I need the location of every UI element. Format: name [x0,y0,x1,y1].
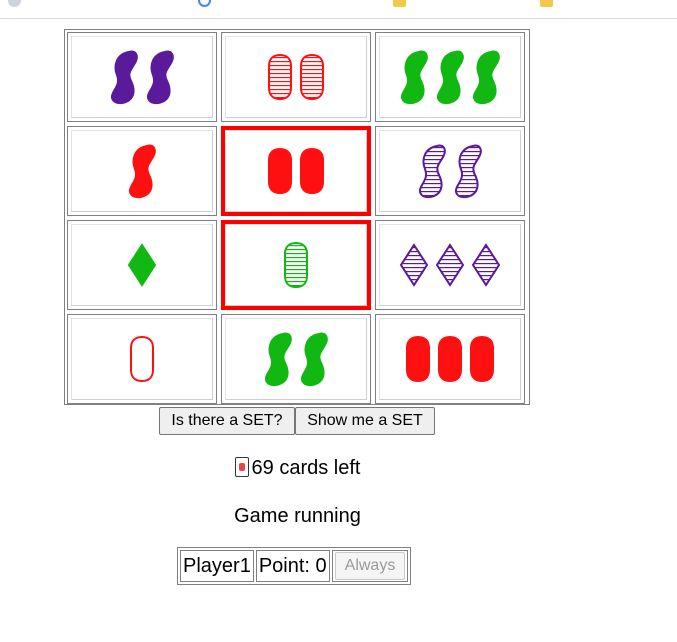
oval-symbol [300,147,324,195]
oval-symbol [300,53,324,101]
oval-symbol [268,53,292,101]
oval-symbol [470,335,494,383]
scoreboard: Player1 Point: 0 Always [177,547,412,585]
bookmark-item[interactable] [540,0,561,9]
diamond-symbol [435,243,465,287]
card-face [379,36,521,118]
set-card[interactable] [375,314,525,404]
squiggle-symbol [473,50,500,105]
set-card[interactable] [67,126,217,216]
squiggle-symbol [301,332,328,387]
card-face [225,130,367,212]
bookmark-item[interactable] [393,0,414,9]
set-card[interactable] [221,220,371,310]
always-button[interactable]: Always [334,552,406,580]
set-card[interactable] [67,220,217,310]
squiggle-symbol [265,332,292,387]
squiggle-symbol [437,50,464,105]
player-points: Point: 0 [255,550,330,582]
player-row: Player1 Point: 0 Always [180,550,409,582]
card-face [225,36,367,118]
squiggle-symbol [419,144,446,199]
oval-symbol [130,335,154,383]
squiggle-symbol [401,50,428,105]
card-face [71,318,213,400]
oval-symbol [284,241,308,289]
google-icon [198,0,211,7]
bookmark-item[interactable] [8,0,29,9]
set-card[interactable] [221,126,371,216]
squiggle-symbol [129,144,156,199]
set-card[interactable] [375,126,525,216]
card-face [71,224,213,306]
set-card[interactable] [67,314,217,404]
set-card[interactable] [375,220,525,310]
set-card[interactable] [221,32,371,122]
show-me-a-set-button[interactable]: Show me a SET [295,407,435,435]
diamond-symbol [471,243,501,287]
card-board [64,29,530,405]
card-face [71,130,213,212]
squiggle-symbol [147,50,174,105]
cards-left-counter: 69 cards left [0,457,595,480]
globe-icon [8,0,21,7]
card-face [379,318,521,400]
set-card[interactable] [221,314,371,404]
set-card[interactable] [67,32,217,122]
diamond-symbol [127,243,157,287]
bookmark-bar [0,0,677,19]
card-face [379,130,521,212]
squiggle-symbol [455,144,482,199]
card-face [379,224,521,306]
oval-symbol [438,335,462,383]
always-cell: Always [331,550,409,582]
cards-left-text: 69 cards left [251,457,361,479]
folder-icon [393,0,406,7]
bookmark-item[interactable] [198,0,219,9]
folder-icon [540,0,553,7]
player-name: Player1 [180,550,254,582]
oval-symbol [406,335,430,383]
game-status: Game running [234,505,361,527]
card-face [225,318,367,400]
set-card[interactable] [375,32,525,122]
oval-symbol [268,147,292,195]
playing-card-icon [234,457,249,477]
is-there-a-set-button[interactable]: Is there a SET? [159,407,295,435]
squiggle-symbol [111,50,138,105]
card-face [225,224,367,306]
card-face [71,36,213,118]
diamond-symbol [399,243,429,287]
